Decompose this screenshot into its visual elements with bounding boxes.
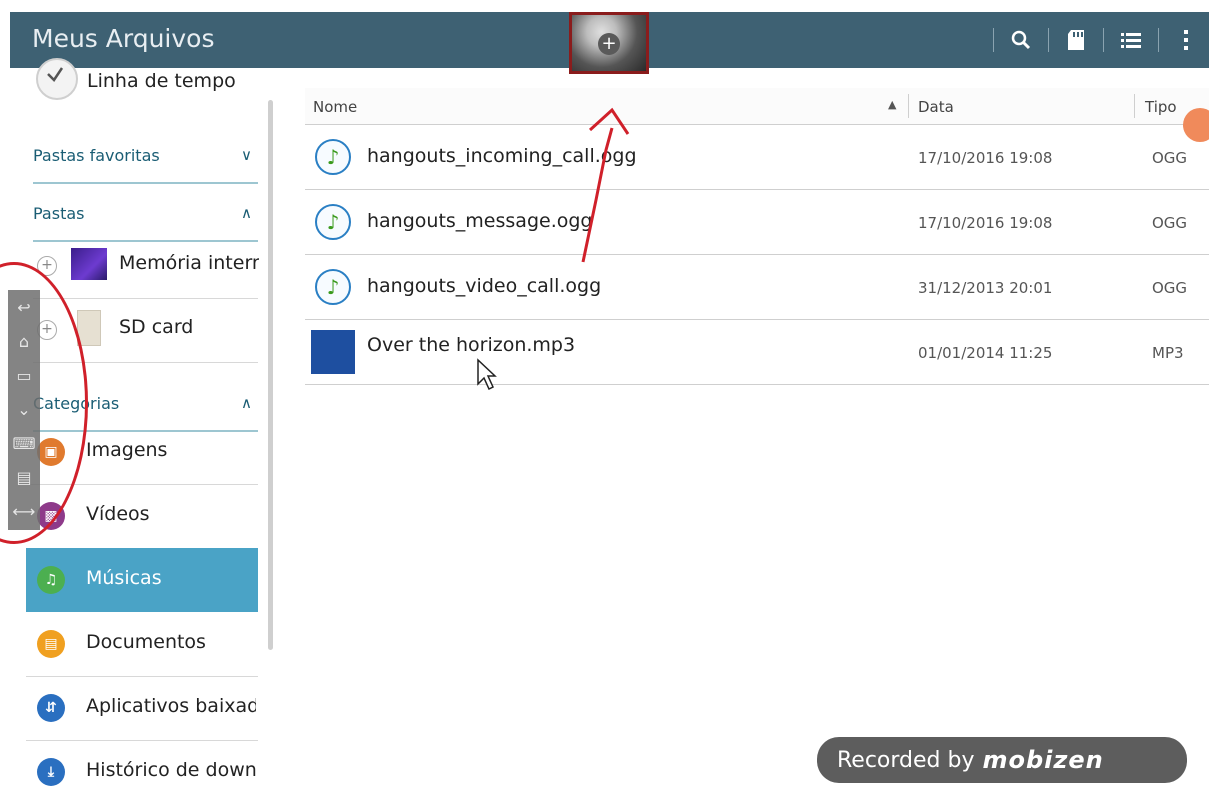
sidebar-item-download-history[interactable]: ⤓ Histórico de download (26, 740, 258, 804)
file-date: 31/12/2013 20:01 (918, 279, 1053, 297)
sidebar-item-label: Músicas (86, 567, 162, 589)
recorder-text: Recorded by (837, 747, 975, 773)
sidebar-item-internal-memory[interactable]: + Memória interna (33, 234, 259, 299)
column-header-type[interactable]: Tipo (1145, 98, 1177, 116)
file-name: Over the horizon.mp3 (367, 334, 576, 356)
sidebar-item-label: Imagens (86, 439, 168, 461)
music-note-icon: ♪ (315, 269, 351, 305)
sd-card-icon[interactable] (1063, 27, 1089, 53)
divider (1103, 28, 1104, 52)
file-type: OGG (1152, 149, 1188, 167)
file-row[interactable]: Over the horizon.mp3 01/01/2014 11:25 MP… (305, 320, 1209, 385)
column-divider (1134, 94, 1135, 118)
sort-ascending-icon: ▲ (888, 98, 897, 111)
file-row[interactable]: ♪ hangouts_video_call.ogg 31/12/2013 20:… (305, 255, 1209, 320)
file-type: OGG (1152, 279, 1188, 297)
chevron-up-icon: ∧ (241, 394, 252, 412)
column-header-date[interactable]: Data (918, 98, 954, 116)
section-title: Pastas (33, 204, 85, 223)
file-date: 17/10/2016 19:08 (918, 149, 1053, 167)
sidebar-item-downloaded-apps[interactable]: ⇵ Aplicativos baixados (26, 676, 258, 741)
file-row[interactable]: ♪ hangouts_message.ogg 17/10/2016 19:08 … (305, 190, 1209, 255)
chevron-down-icon: ∨ (241, 146, 252, 164)
divider (993, 28, 994, 52)
file-type: MP3 (1152, 344, 1184, 362)
app-title: Meus Arquivos (32, 24, 215, 53)
file-name: hangouts_video_call.ogg (367, 275, 602, 297)
file-name: hangouts_incoming_call.ogg (367, 145, 637, 167)
sidebar-item-label: Aplicativos baixados (86, 695, 256, 717)
search-icon[interactable] (1008, 27, 1034, 53)
file-row[interactable]: ♪ hangouts_incoming_call.ogg 17/10/2016 … (305, 125, 1209, 190)
sidebar-item-label: SD card (119, 316, 194, 338)
floating-bubble-icon[interactable] (1183, 108, 1209, 142)
download-icon: ⤓ (37, 758, 65, 786)
divider (1158, 28, 1159, 52)
music-note-icon: ♪ (315, 204, 351, 240)
section-title: Pastas favoritas (33, 146, 160, 165)
section-header-favorites[interactable]: Pastas favoritas ∨ (33, 146, 258, 184)
sidebar-item-documents[interactable]: ▤ Documentos (26, 612, 258, 677)
add-icon[interactable]: + (598, 33, 620, 55)
document-icon: ▤ (37, 630, 65, 658)
more-vert-icon[interactable] (1173, 27, 1199, 53)
action-bar-icons (979, 12, 1209, 68)
sidebar-item-label: Documentos (86, 631, 206, 653)
file-date: 17/10/2016 19:08 (918, 214, 1053, 232)
album-art-icon (311, 330, 355, 374)
sidebar-item-timeline[interactable]: Linha de tempo (32, 58, 262, 104)
sidebar-scrollbar[interactable] (268, 100, 273, 650)
list-view-icon[interactable] (1118, 27, 1144, 53)
chevron-up-icon: ∧ (241, 204, 252, 222)
recorder-watermark: Recorded by mobizen (817, 737, 1187, 783)
music-note-icon: ♪ (315, 139, 351, 175)
camera-overlay-thumbnail[interactable]: + (569, 12, 649, 74)
divider (1048, 28, 1049, 52)
clock-icon (36, 58, 78, 100)
file-date: 01/01/2014 11:25 (918, 344, 1053, 362)
internal-memory-thumbnail (71, 248, 107, 280)
column-header-row: Nome ▲ Data Tipo (305, 88, 1209, 125)
column-divider (908, 94, 909, 118)
recorder-logo: mobizen (982, 746, 1104, 774)
sidebar-item-label: Vídeos (86, 503, 150, 525)
music-icon: ♫ (37, 566, 65, 594)
file-name: hangouts_message.ogg (367, 210, 593, 232)
downloaded-apps-icon: ⇵ (37, 694, 65, 722)
sidebar-item-label: Memória interna (119, 252, 259, 274)
sidebar-item-music[interactable]: ♫ Músicas (26, 548, 258, 612)
sidebar-item-label: Histórico de download (86, 759, 256, 781)
file-type: OGG (1152, 214, 1188, 232)
column-header-name[interactable]: Nome (313, 98, 357, 116)
sidebar-item-label: Linha de tempo (87, 70, 236, 92)
